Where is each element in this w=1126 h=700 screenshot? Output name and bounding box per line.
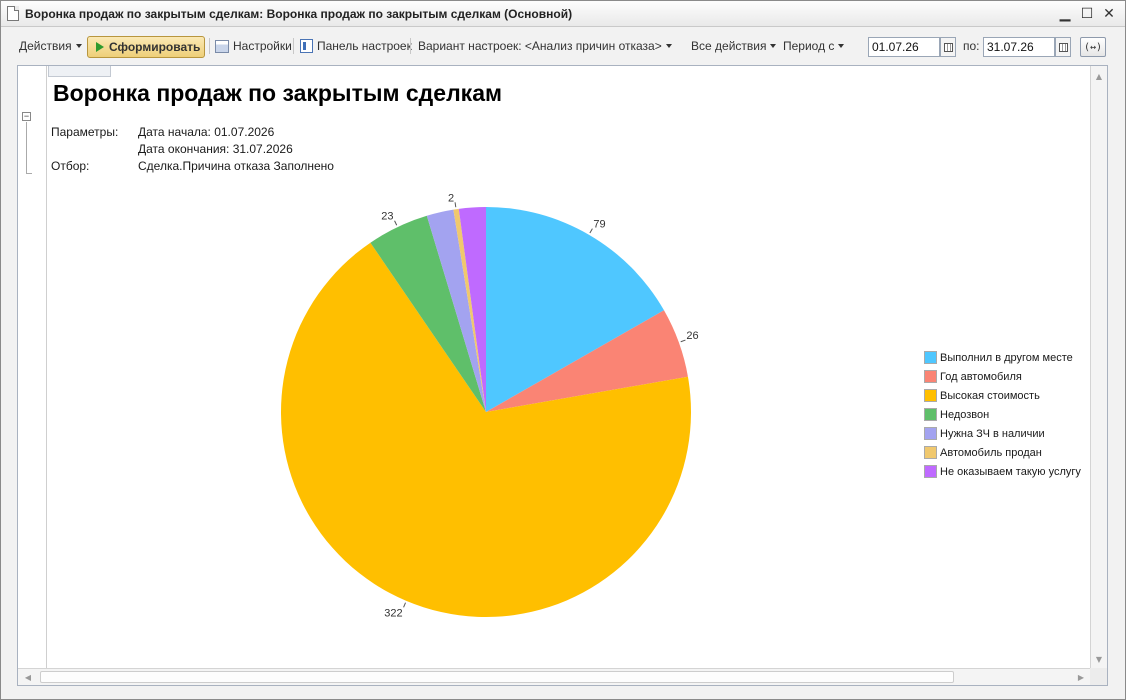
vertical-scrollbar[interactable]: ▲ ▼ xyxy=(1090,66,1107,669)
date-from-calendar-button[interactable] xyxy=(940,37,956,57)
legend-item: Год автомобиля xyxy=(924,367,1081,386)
report-window: Воронка продаж по закрытым сделкам: Воро… xyxy=(0,0,1126,700)
chevron-down-icon xyxy=(838,44,845,48)
data-label: 2 xyxy=(448,192,454,204)
title-bar: Воронка продаж по закрытым сделкам: Воро… xyxy=(1,1,1125,27)
report-document: − Воронка продаж по закрытым сделкам Пар… xyxy=(17,65,1108,686)
scrollbar-corner xyxy=(1090,668,1107,685)
generate-button[interactable]: Сформировать xyxy=(87,36,205,58)
legend-label: Не оказываем такую услугу xyxy=(940,465,1081,478)
group-bracket xyxy=(26,122,32,174)
settings-variant-menu[interactable]: Вариант настроек: <Анализ причин отказа> xyxy=(418,37,672,55)
toolbar-divider xyxy=(293,38,294,54)
chevron-down-icon xyxy=(75,44,82,48)
settings-icon xyxy=(215,39,229,53)
legend-item: Выполнил в другом месте xyxy=(924,348,1081,367)
legend-label: Выполнил в другом месте xyxy=(940,351,1073,364)
date-from-input[interactable]: 01.07.26 xyxy=(868,37,940,57)
generate-button-label: Сформировать xyxy=(109,40,201,54)
chevron-down-icon xyxy=(665,44,672,48)
legend-swatch xyxy=(924,351,937,364)
scroll-up-arrow-icon[interactable]: ▲ xyxy=(1091,68,1107,84)
chart-legend: Выполнил в другом месте Год автомобиля Выс… xyxy=(924,348,1081,481)
all-actions-menu[interactable]: Все действия xyxy=(691,37,777,55)
legend-swatch xyxy=(924,465,937,478)
minimize-button[interactable]: ▁ xyxy=(1055,4,1075,24)
period-from-menu[interactable]: Период с xyxy=(783,37,845,55)
scroll-down-arrow-icon[interactable]: ▼ xyxy=(1091,651,1107,667)
date-to-label: по: xyxy=(963,39,980,53)
legend-label: Год автомобиля xyxy=(940,370,1022,383)
legend-item: Автомобиль продан xyxy=(924,443,1081,462)
date-to-input[interactable]: 31.07.26 xyxy=(983,37,1055,57)
legend-label: Высокая стоимость xyxy=(940,389,1040,402)
calendar-icon xyxy=(1058,42,1068,52)
toolbar: Действия Сформировать Настройки Панель н… xyxy=(1,28,1125,64)
panel-icon xyxy=(300,39,313,53)
legend-swatch xyxy=(924,370,937,383)
close-button[interactable]: ✕ xyxy=(1099,4,1119,24)
play-icon xyxy=(96,42,104,52)
date-to-calendar-button[interactable] xyxy=(1055,37,1071,57)
legend-swatch xyxy=(924,408,937,421)
data-label: 79 xyxy=(593,219,605,231)
data-label: 26 xyxy=(686,330,698,342)
scroll-left-arrow-icon[interactable]: ◀ xyxy=(20,669,36,685)
maximize-button[interactable]: ☐ xyxy=(1077,4,1097,24)
calendar-icon xyxy=(943,42,953,52)
legend-item: Недозвон xyxy=(924,405,1081,424)
actions-menu-label: Действия xyxy=(19,39,72,53)
data-label: 322 xyxy=(384,607,402,619)
legend-item: Не оказываем такую услугу xyxy=(924,462,1081,481)
data-label-leader xyxy=(403,602,406,608)
all-actions-label: Все действия xyxy=(691,39,767,53)
actions-menu[interactable]: Действия xyxy=(19,37,82,55)
horizontal-scrollbar[interactable]: ◀ ▶ xyxy=(18,668,1091,685)
settings-button-label: Настройки xyxy=(233,39,292,53)
legend-item: Высокая стоимость xyxy=(924,386,1081,405)
legend-label: Нужна ЗЧ в наличии xyxy=(940,427,1045,440)
data-label: 23 xyxy=(381,211,393,223)
legend-swatch xyxy=(924,427,937,440)
window-controls: ▁ ☐ ✕ xyxy=(1055,4,1119,24)
data-label-leader xyxy=(394,220,398,226)
window-title: Воронка продаж по закрытым сделкам: Воро… xyxy=(25,6,573,21)
data-label-leader xyxy=(454,202,457,208)
settings-button[interactable]: Настройки xyxy=(215,37,292,55)
data-label-leader xyxy=(589,228,593,234)
legend-item: Нужна ЗЧ в наличии xyxy=(924,424,1081,443)
grouping-gutter: − xyxy=(18,66,47,669)
toolbar-divider xyxy=(410,38,411,54)
toolbar-divider xyxy=(209,38,210,54)
legend-swatch xyxy=(924,446,937,459)
data-label-leader xyxy=(680,339,686,343)
legend-swatch xyxy=(924,389,937,402)
chevron-down-icon xyxy=(770,44,777,48)
document-icon xyxy=(7,6,19,21)
period-from-label: Период с xyxy=(783,39,835,53)
settings-panel-label: Панель настроек xyxy=(317,39,412,53)
horizontal-scroll-thumb[interactable] xyxy=(40,671,954,683)
settings-panel-button[interactable]: Панель настроек xyxy=(300,37,412,55)
settings-variant-label: Вариант настроек: <Анализ причин отказа> xyxy=(418,39,662,53)
report-sheet: Воронка продаж по закрытым сделкам Парам… xyxy=(48,66,1091,669)
select-period-button[interactable]: (↔) xyxy=(1080,37,1106,57)
collapse-group-icon[interactable]: − xyxy=(22,112,31,121)
scroll-right-arrow-icon[interactable]: ▶ xyxy=(1073,669,1089,685)
legend-label: Недозвон xyxy=(940,408,990,421)
legend-label: Автомобиль продан xyxy=(940,446,1042,459)
